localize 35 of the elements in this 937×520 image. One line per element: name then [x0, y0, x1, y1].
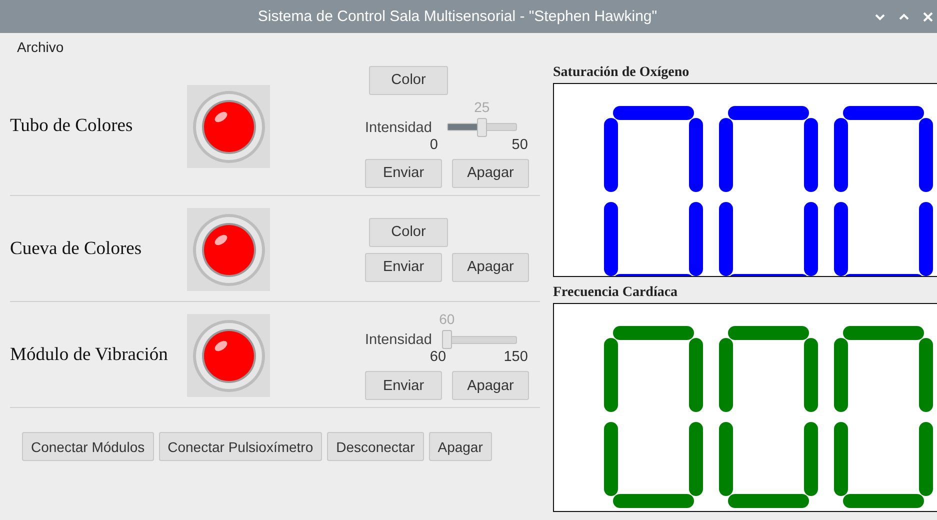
action-button[interactable]: Desconectar [327, 432, 424, 461]
off-button[interactable]: Apagar [452, 158, 529, 188]
slider-min: 60 [430, 349, 446, 365]
slider-label: Intensidad [365, 120, 432, 136]
slider-label: Intensidad [365, 332, 432, 348]
send-button[interactable]: Enviar [365, 158, 442, 188]
color-button[interactable]: Color [369, 66, 448, 94]
slider-thumb[interactable] [476, 118, 487, 136]
window-title: Sistema de Control Sala Multisensorial - "Stephen Hawking" [256, 8, 658, 25]
minimize-icon[interactable] [875, 12, 885, 20]
slider-value: 25 [474, 98, 490, 114]
display-title: Saturación de Oxígeno [553, 65, 690, 82]
close-icon[interactable] [923, 12, 933, 22]
maximize-icon[interactable] [899, 12, 909, 20]
slider-min: 0 [430, 136, 438, 152]
slider-thumb[interactable] [442, 330, 452, 349]
send-button[interactable]: Enviar [365, 371, 442, 400]
action-button[interactable]: Conectar Pulsioxímetro [158, 432, 322, 461]
indicator-lamp-icon [187, 314, 270, 397]
slider-value: 60 [439, 311, 455, 327]
indicator-lamp-icon [187, 208, 270, 291]
module-name: Módulo de Vibración [10, 345, 169, 366]
indicator-lamp-icon [187, 85, 270, 168]
module-name: Cueva de Colores [10, 239, 143, 260]
slider-max: 150 [504, 349, 528, 365]
slider-max: 50 [512, 136, 528, 152]
menu-item[interactable]: Archivo [17, 38, 64, 54]
send-button[interactable]: Enviar [365, 252, 442, 282]
off-button[interactable]: Apagar [452, 371, 529, 400]
action-button[interactable]: Conectar Módulos [22, 432, 154, 461]
module-name: Tubo de Colores [10, 116, 134, 137]
off-button[interactable]: Apagar [452, 252, 529, 282]
color-button[interactable]: Color [369, 218, 448, 246]
display-title: Frecuencia Cardíaca [553, 284, 679, 302]
action-button[interactable]: Apagar [428, 432, 492, 461]
